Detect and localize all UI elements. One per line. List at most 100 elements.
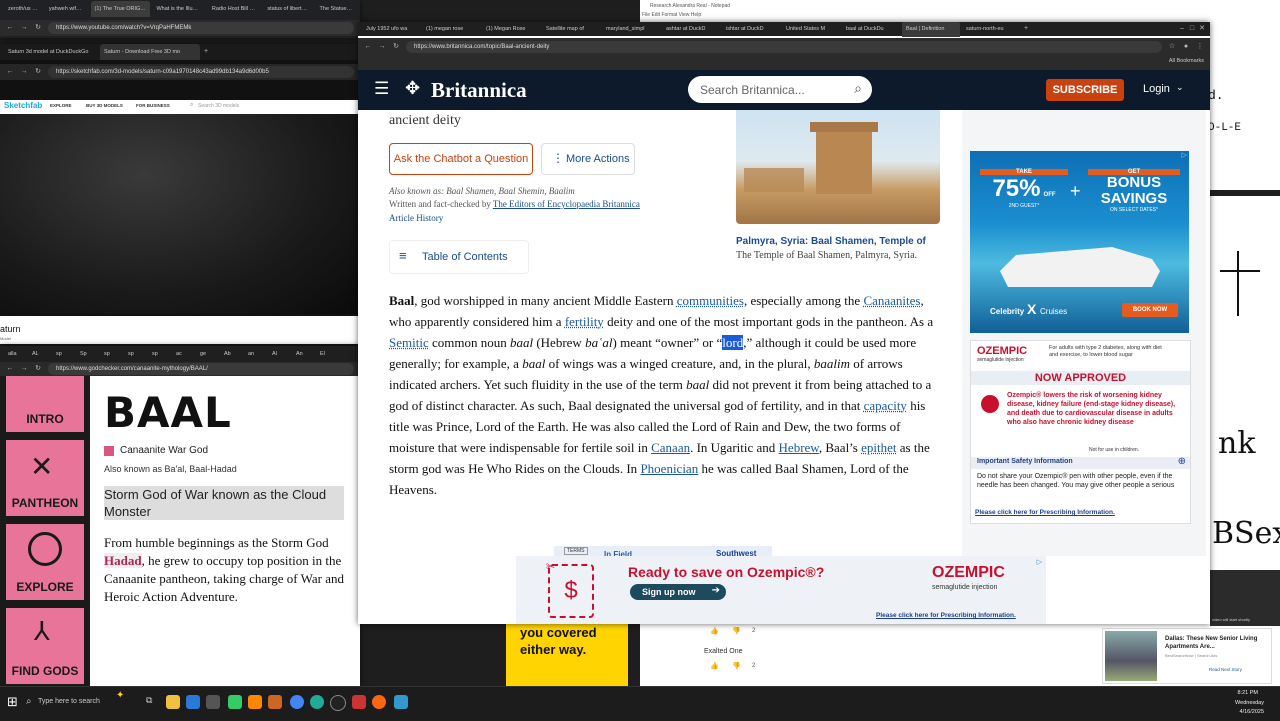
gc-tab[interactable]: Sp <box>76 346 98 362</box>
yt-tab[interactable]: status of liberty given by fre <box>263 1 313 17</box>
sf-tab[interactable]: Saturn 3d model at DuckDuckGo <box>4 44 98 60</box>
clock-time[interactable]: 8:21 PM <box>1238 690 1258 696</box>
article-history-link[interactable]: Article History <box>389 213 443 223</box>
editors-link[interactable]: The Editors of Encyclopaedia Britannica <box>493 199 640 209</box>
news-title[interactable]: Dallas: These New Senior Living Apartmen… <box>1165 635 1265 651</box>
gc-address-bar[interactable]: https://www.godchecker.com/canaanite-myt… <box>48 363 354 375</box>
search-icon[interactable]: ⌕ <box>854 80 862 97</box>
adchoices-icon[interactable]: ▷ <box>1037 558 1042 566</box>
reload-icon[interactable]: ↻ <box>34 68 42 76</box>
yt-tab[interactable]: yahweh wife - YouTube <box>45 1 89 17</box>
gc-tab[interactable]: AL <box>28 346 50 362</box>
gc-tab[interactable]: ge <box>196 346 218 362</box>
taskbar-search[interactable]: Type here to search <box>38 698 100 705</box>
paint-icon[interactable] <box>394 695 408 709</box>
link-semitic[interactable]: Semitic <box>389 335 429 350</box>
gc-tab[interactable]: an <box>244 346 266 362</box>
back-icon[interactable]: ← <box>364 43 372 51</box>
comment-author[interactable]: Exalted One <box>704 648 743 655</box>
store-icon[interactable] <box>186 695 200 709</box>
sf-nav-business[interactable]: FOR BUSINESS <box>136 103 170 108</box>
vlc-icon[interactable] <box>248 695 262 709</box>
back-icon[interactable]: ← <box>6 365 14 373</box>
firefox-icon[interactable] <box>372 695 386 709</box>
caption-title[interactable]: Palmyra, Syria: Baal Shamen, Temple of <box>736 236 926 247</box>
link-canaan[interactable]: Canaan <box>651 440 690 455</box>
yt-tab-active[interactable]: (1) The True ORIGIN of God <box>90 1 151 17</box>
yt-tab[interactable]: Radio Host Bill Cooper Pred <box>208 1 261 17</box>
close-icon[interactable]: ✕ <box>1198 25 1206 33</box>
br-tab[interactable]: United States M <box>782 22 840 37</box>
video-thumb[interactable]: video will start shortly <box>1210 570 1280 626</box>
br-tab[interactable]: July 1952 ufo wa <box>362 22 420 37</box>
file-explorer-icon[interactable] <box>166 695 180 709</box>
app-icon[interactable] <box>228 695 242 709</box>
forward-icon[interactable]: → <box>20 365 28 373</box>
br-tab[interactable]: ashtar at DuckD <box>662 22 720 37</box>
chevron-down-icon[interactable]: ⌄ <box>1176 82 1184 93</box>
cruise-ad[interactable]: TAKE 75% OFF 2ND GUEST* + GET BONUS SAVI… <box>970 151 1189 333</box>
app-icon-2[interactable] <box>268 695 282 709</box>
br-tab[interactable]: (1) megan rose <box>422 22 480 37</box>
sf-nav-buy[interactable]: BUY 3D MODELS <box>86 103 123 108</box>
windows-start-icon[interactable]: ⊞ <box>7 694 18 710</box>
obs-icon[interactable] <box>330 695 346 711</box>
link-fertility[interactable]: fertility <box>565 314 604 329</box>
back-icon[interactable]: ← <box>6 24 14 32</box>
search-input[interactable]: Search Britannica... <box>700 83 805 97</box>
edge-icon[interactable] <box>310 695 324 709</box>
app-icon-3[interactable] <box>352 695 366 709</box>
more-actions-button[interactable]: ⋮ More Actions <box>541 143 635 175</box>
search-box[interactable]: Search Britannica... ⌕ <box>688 76 872 103</box>
chatbot-button[interactable]: Ask the Chatbot a Question <box>389 143 533 175</box>
sign-up-button[interactable]: Sign up now ➔ <box>630 584 726 600</box>
br-tab[interactable]: (1) Megan Rose <box>482 22 540 37</box>
gc-tab[interactable]: sp <box>148 346 170 362</box>
br-tab[interactable]: maryland_simpl <box>602 22 660 37</box>
sf-logo[interactable]: Sketchfab <box>4 101 42 110</box>
sf-address-bar[interactable]: https://sketchfab.com/3d-models/saturn-c… <box>48 66 354 78</box>
sf-viewer[interactable] <box>0 114 360 314</box>
link-capacity[interactable]: capacity <box>864 398 907 413</box>
news-card[interactable]: Dallas: These New Senior Living Apartmen… <box>1102 628 1272 684</box>
link-phoenician[interactable]: Phoenician <box>640 461 698 476</box>
gc-tab[interactable]: Al <box>268 346 290 362</box>
gc-tab[interactable]: ac <box>172 346 194 362</box>
temple-image[interactable] <box>736 110 940 224</box>
gc-tab[interactable]: Ab <box>220 346 242 362</box>
toc-button[interactable]: ≡ Table of Contents <box>389 240 529 274</box>
site-logo[interactable]: Britannica <box>431 78 527 103</box>
sidebar-item-explore[interactable]: EXPLORE <box>6 524 84 600</box>
thumbs-down-icon[interactable]: 👎 <box>732 627 741 635</box>
yt-tab[interactable]: What is the Illuminati? Expo <box>152 1 205 17</box>
br-tab-active[interactable]: Baal | Definition <box>902 22 960 37</box>
gc-tab[interactable]: alla <box>4 346 26 362</box>
sidebar-item-intro[interactable]: INTRO <box>6 376 84 432</box>
gc-tab[interactable]: sp <box>52 346 74 362</box>
covered-ad[interactable]: you covered either way. <box>506 620 628 686</box>
hamburger-menu-icon[interactable]: ☰ <box>374 79 389 99</box>
notepad-menu[interactable]: File Edit Format View Help <box>642 12 701 18</box>
adchoices-icon[interactable]: ▷ <box>1182 151 1187 159</box>
yt-tab[interactable]: The Statue of Liberty and <box>316 1 356 17</box>
gc-tab[interactable]: sp <box>124 346 146 362</box>
hadad-link[interactable]: Hadad <box>104 553 142 568</box>
sf-nav-explore[interactable]: EXPLORE <box>50 103 72 108</box>
thumbs-up-icon[interactable]: 👍 <box>710 627 719 635</box>
link-communities[interactable]: communities <box>677 293 744 308</box>
link-canaanites[interactable]: Canaanites <box>863 293 920 308</box>
reload-icon[interactable]: ↻ <box>392 43 400 51</box>
gc-tab[interactable]: sp <box>100 346 122 362</box>
chrome-icon[interactable] <box>290 695 304 709</box>
yt-address-bar[interactable]: https://www.youtube.com/watch?v=VrqPaHFM… <box>48 22 354 34</box>
sidebar-item-find-gods[interactable]: ⅄ FIND GODS <box>6 608 84 684</box>
sf-tab-active[interactable]: Saturn - Download Free 3D mo <box>100 44 200 60</box>
ozempic-bottom-banner[interactable]: $ ✂ Ready to save on Ozempic®? Sign up n… <box>516 556 1046 624</box>
expand-plus-icon[interactable]: ⊕ <box>1178 456 1186 467</box>
profile-icon[interactable]: ● <box>1182 43 1190 51</box>
reload-icon[interactable]: ↻ <box>34 365 42 373</box>
sidebar-item-pantheon[interactable]: ✕ PANTHEON <box>6 440 84 516</box>
news-read-next[interactable]: Read Next Story <box>1209 667 1242 672</box>
thumbs-up-icon-2[interactable]: 👍 <box>710 662 719 670</box>
thistle-logo-icon[interactable]: ✥ <box>405 78 420 99</box>
